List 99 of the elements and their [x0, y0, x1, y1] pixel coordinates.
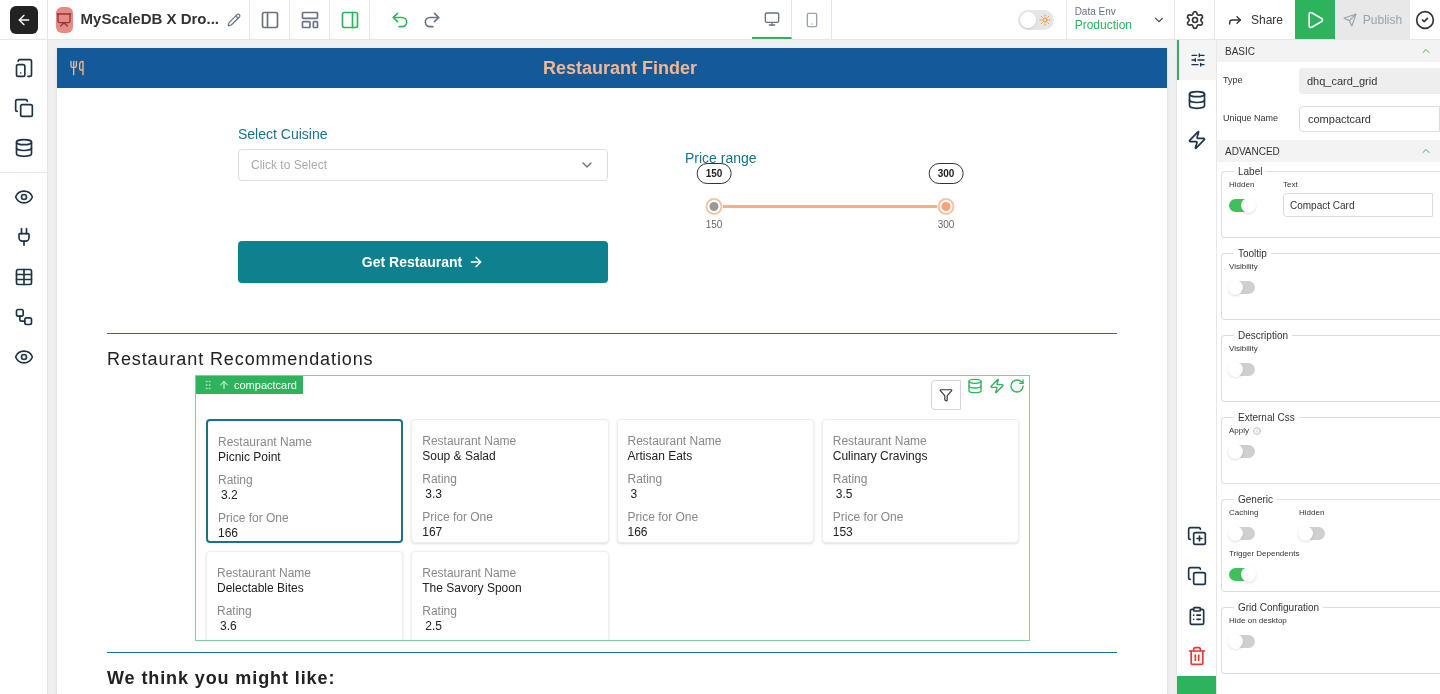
field-label: Unique Name — [1223, 112, 1280, 126]
field-value: 3.6 — [219, 619, 238, 634]
field-value: 3.3 — [424, 487, 443, 502]
field-value: 153 — [832, 525, 854, 540]
utensils-icon — [69, 60, 85, 76]
field-value: The Savory Spoon — [422, 581, 523, 596]
field-label: Restaurant Name — [218, 435, 314, 450]
field-label: Price for One — [832, 510, 905, 525]
group-title: External Css — [1237, 411, 1296, 425]
restaurant-card[interactable]: Restaurant Name Culinary Cravings Rating 3.5 Price for One 153 — [821, 419, 1019, 543]
toggle-label: Trigger Dependents — [1229, 548, 1300, 560]
filter-button[interactable] — [931, 380, 961, 410]
toggle-switch[interactable] — [1229, 635, 1255, 648]
group-title: Label — [1237, 165, 1264, 179]
field-value: 3.5 — [834, 487, 854, 502]
slider-tick-label: 300 — [937, 218, 955, 232]
drag-handle-icon[interactable] — [202, 379, 214, 391]
filter-icon[interactable] — [939, 388, 953, 402]
slider-tick-label: 150 — [705, 218, 723, 232]
restaurant-card[interactable]: Restaurant Name Picnic Point Rating 3.2 Price for One 166 — [206, 419, 404, 543]
field-value: Picnic Point — [218, 450, 282, 465]
value-bubble: 300 — [928, 163, 964, 184]
edit-icon[interactable] — [227, 12, 241, 27]
group-title: Grid Configuration — [1237, 601, 1321, 615]
restaurant-card[interactable]: Restaurant Name The Savory Spoon Rating 2.5 — [411, 551, 609, 640]
get-restaurant-button[interactable]: Get Restaurant — [238, 241, 608, 283]
field-value: Culinary Cravings — [832, 449, 929, 464]
slider-thumb[interactable] — [705, 198, 723, 215]
toggle-switch[interactable] — [1229, 199, 1255, 212]
toggle-label: Visibility — [1229, 343, 1258, 355]
refresh-icon[interactable] — [1009, 378, 1025, 394]
section-header[interactable]: ADVANCED — [1217, 140, 1440, 162]
group-title: Generic — [1237, 493, 1274, 507]
toggle-switch[interactable] — [1229, 281, 1255, 294]
field-label: Restaurant Name — [217, 566, 313, 581]
field-value: 167 — [422, 525, 444, 540]
field-value: 3 — [629, 487, 639, 502]
field-label: Restaurant Name — [832, 434, 928, 449]
field-value: 2.5 — [424, 619, 443, 634]
field-value: Delectable Bites — [217, 581, 305, 596]
slider-fill[interactable] — [723, 205, 937, 208]
field-value: 166 — [627, 525, 649, 540]
field-label: Rating — [218, 473, 254, 488]
field-value: Soup & Salad — [422, 449, 497, 464]
back-button[interactable] — [9, 5, 38, 34]
toggle-switch[interactable] — [1229, 527, 1255, 540]
field-value: 3.2 — [220, 488, 239, 503]
desktop-icon[interactable] — [763, 10, 780, 27]
run-button[interactable] — [1295, 0, 1335, 39]
toggle-label: Caching — [1229, 507, 1259, 519]
field-label: Price for One — [422, 510, 494, 525]
data-env-label: Data Env — [1074, 5, 1117, 19]
readonly-field: dhq_card_grid — [1299, 68, 1440, 94]
toggle-switch[interactable] — [1229, 568, 1255, 581]
share-button[interactable]: Share — [1215, 0, 1295, 39]
toggle-switch[interactable] — [1229, 445, 1255, 458]
section-header[interactable]: BASIC — [1217, 40, 1440, 62]
field-label: Text — [1283, 179, 1299, 191]
toggle-label: Hidden — [1229, 179, 1255, 191]
field-label: Rating — [832, 472, 869, 487]
redo-icon[interactable] — [422, 9, 442, 30]
field-label: Restaurant Name — [627, 434, 723, 449]
value-bubble: 150 — [696, 163, 732, 184]
toggle-switch[interactable] — [1299, 527, 1325, 540]
toggle-switch[interactable] — [1229, 363, 1255, 376]
toggle-label: Hidden — [1299, 507, 1325, 519]
properties-tab[interactable] — [1177, 40, 1216, 80]
play-icon[interactable] — [1305, 9, 1325, 30]
group-title: Description — [1237, 329, 1290, 343]
field-label: Restaurant Name — [422, 434, 518, 449]
restaurant-card[interactable]: Restaurant Name Delectable Bites Rating 3.6 — [206, 551, 404, 640]
section-title: We think you might like: — [107, 667, 337, 690]
sliders-icon[interactable] — [1189, 52, 1206, 68]
group-title: Tooltip — [1237, 247, 1268, 261]
restaurant-card[interactable]: Restaurant Name Soup & Salad Rating 3.3 Price for One 167 — [411, 419, 609, 543]
section-title: Restaurant Recommendations — [107, 348, 375, 371]
cuisine-label: Select Cuisine — [238, 125, 329, 144]
field-label: Rating — [422, 472, 458, 487]
field-label: Price for One — [627, 510, 700, 525]
app-title: MyScaleDB X Dro... — [80, 9, 219, 30]
field-label: Price for One — [218, 511, 290, 526]
field-label: Type — [1223, 74, 1244, 88]
restaurant-card[interactable]: Restaurant Name Artisan Eats Rating 3 Price for One 166 — [616, 419, 814, 543]
toggle-label: Visibility — [1229, 261, 1258, 273]
input-field[interactable]: Compact Card — [1283, 193, 1433, 217]
field-label: Rating — [422, 604, 458, 619]
toggle-label: Apply — [1229, 425, 1249, 437]
app-logo-icon — [56, 6, 73, 33]
field-label: Rating — [627, 472, 664, 487]
input-field[interactable]: compactcard — [1299, 106, 1440, 132]
field-label: Restaurant Name — [422, 566, 518, 581]
field-label: Rating — [217, 604, 253, 619]
theme-toggle[interactable] — [1017, 9, 1054, 30]
field-value: Artisan Eats — [627, 449, 694, 464]
slider-thumb[interactable] — [937, 198, 955, 215]
toggle-label: Hide on desktop — [1229, 615, 1287, 627]
undo-icon[interactable] — [390, 9, 410, 30]
app-header-title: Restaurant Finder — [542, 56, 698, 80]
field-value: 166 — [218, 526, 240, 541]
